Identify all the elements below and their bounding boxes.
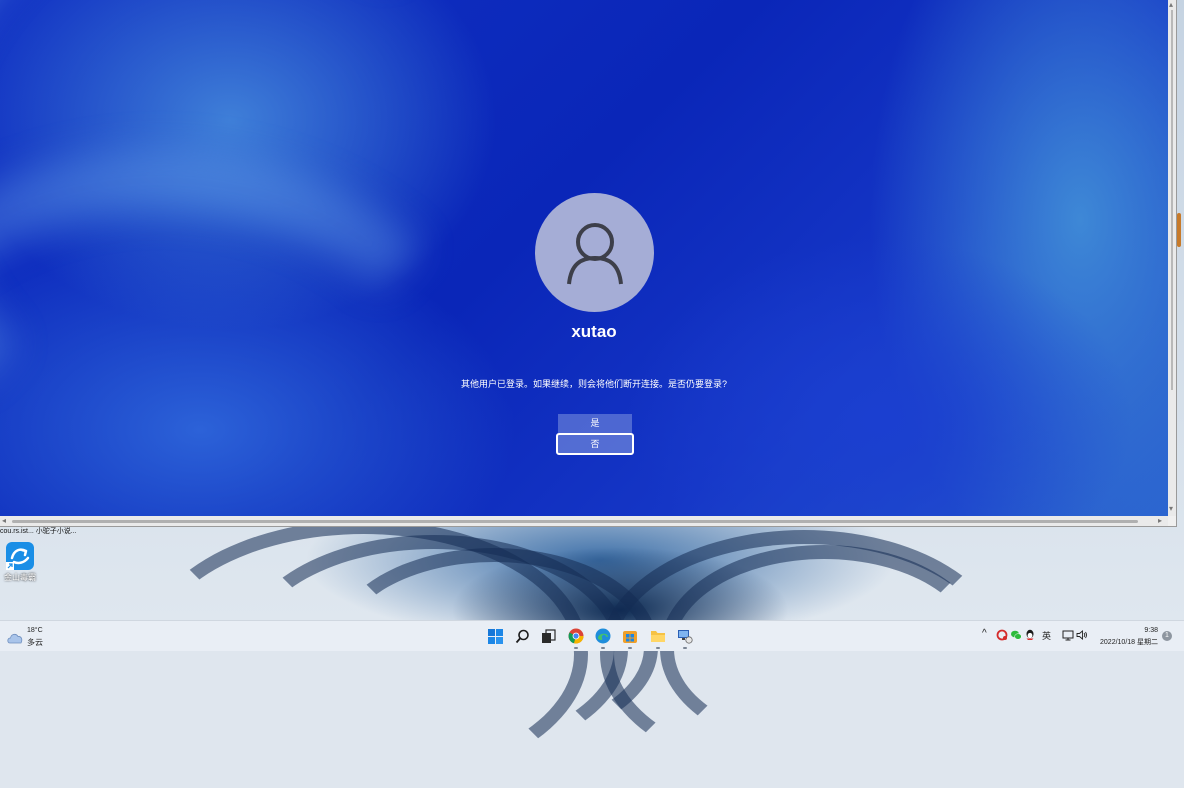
file-explorer-icon[interactable] — [650, 628, 666, 649]
start-icon[interactable] — [487, 628, 503, 644]
volume-icon[interactable] — [1076, 629, 1088, 643]
notification-badge[interactable]: 1 — [1162, 631, 1172, 641]
horizontal-scroll-thumb[interactable] — [12, 520, 1138, 523]
window-resize-handle[interactable] — [1177, 213, 1181, 247]
kingsoft-antivirus-icon — [6, 542, 34, 570]
weather-widget[interactable]: 18°C 多云 — [6, 627, 56, 647]
remote-desktop-window: xutao 其他用户已登录。如果继续，则会将他们断开连接。是否仍要登录? 是 否… — [0, 0, 1177, 527]
no-button[interactable]: 否 — [556, 433, 634, 455]
weather-temperature: 18°C — [27, 627, 43, 634]
ime-indicator[interactable]: 英 — [1042, 629, 1051, 642]
scroll-up-icon[interactable]: ▴ — [1169, 0, 1173, 9]
wechat-icon[interactable] — [1010, 629, 1022, 643]
taskbar: 18°C 多云 ^ 英 9:38 2022/10/18 星期二 1 — [0, 620, 1184, 651]
clock-time[interactable]: 9:38 — [1136, 627, 1158, 634]
task-view-icon[interactable] — [540, 628, 556, 644]
weather-description: 多云 — [27, 638, 43, 647]
scroll-down-icon[interactable]: ▾ — [1169, 504, 1173, 513]
store-icon[interactable] — [622, 628, 638, 649]
network-icon[interactable] — [1062, 629, 1074, 643]
search-icon[interactable] — [514, 628, 530, 644]
desktop-shortcut[interactable]: 金山毒霸 — [2, 542, 38, 583]
remote-desktop-icon[interactable] — [677, 628, 693, 649]
user-icon — [566, 222, 623, 284]
desktop-top-labels: cou.rs.ist... 小驼子小说... — [0, 528, 77, 535]
edge-icon[interactable] — [595, 628, 611, 649]
cloud-icon — [7, 633, 23, 644]
vertical-scrollbar[interactable]: ▴ ▾ — [1168, 0, 1176, 516]
chrome-icon[interactable] — [568, 628, 584, 649]
vertical-scroll-thumb[interactable] — [1171, 10, 1173, 390]
tray-app-icon[interactable] — [996, 629, 1008, 643]
horizontal-scrollbar[interactable]: ◂ ▸ — [0, 516, 1168, 526]
scroll-right-icon[interactable]: ▸ — [1158, 516, 1162, 525]
tray-overflow-chevron[interactable]: ^ — [982, 628, 987, 639]
username: xutao — [571, 322, 617, 341]
clock-date[interactable]: 2022/10/18 星期二 — [1094, 637, 1158, 647]
scroll-left-icon[interactable]: ◂ — [2, 516, 6, 525]
yes-button[interactable]: 是 — [558, 414, 632, 433]
qq-icon[interactable] — [1024, 629, 1036, 643]
login-warning-message: 其他用户已登录。如果继续，则会将他们断开连接。是否仍要登录? — [460, 379, 727, 389]
shortcut-label: 金山毒霸 — [4, 573, 36, 582]
lock-screen-background: xutao 其他用户已登录。如果继续，则会将他们断开连接。是否仍要登录? 是 否 — [0, 0, 1168, 516]
user-avatar — [535, 193, 654, 312]
